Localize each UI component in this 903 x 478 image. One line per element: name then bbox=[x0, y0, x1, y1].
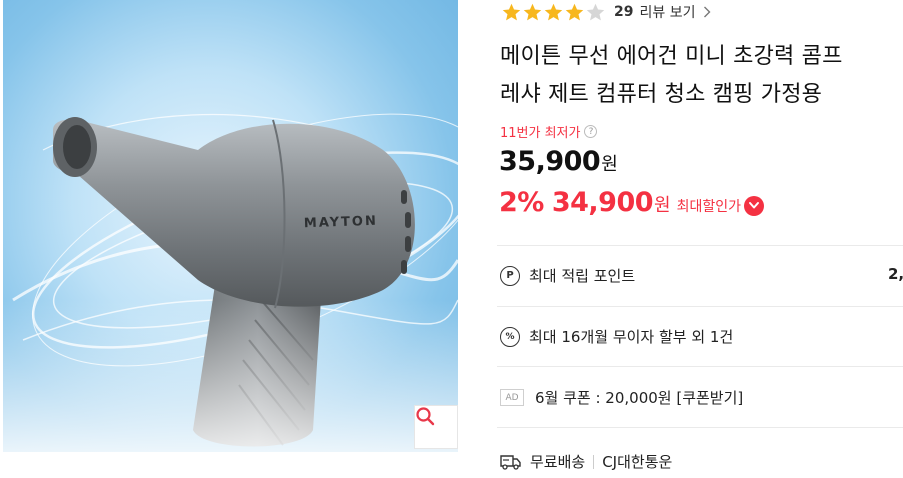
star-filled-icon bbox=[502, 3, 521, 20]
point-row[interactable]: P 최대 적립 포인트 bbox=[500, 265, 635, 286]
point-value: 2, bbox=[888, 265, 903, 283]
product-image[interactable]: MAYTON bbox=[3, 0, 458, 452]
divider bbox=[497, 427, 903, 428]
shipping-separator bbox=[593, 454, 595, 469]
truck-icon bbox=[500, 454, 521, 470]
sale-price: 2% 34,900 원 최대할인가 bbox=[499, 187, 765, 218]
coupon-label[interactable]: 6월 쿠폰 : 20,000원 [쿠폰받기] bbox=[535, 387, 743, 408]
star-empty-icon bbox=[586, 3, 605, 20]
point-label: 최대 적립 포인트 bbox=[529, 267, 636, 285]
review-link[interactable]: 리뷰 보기 bbox=[639, 2, 695, 22]
shipping-fee-label: 무료배송 bbox=[530, 453, 586, 471]
point-icon: P bbox=[500, 265, 520, 286]
star-filled-icon bbox=[565, 3, 584, 20]
search-icon bbox=[416, 407, 435, 426]
sale-price-value: 34,900 bbox=[551, 187, 654, 218]
shipping-row: 무료배송 CJ대한통운 bbox=[500, 451, 672, 472]
installment-label: 최대 16개월 무이자 할부 외 1건 bbox=[529, 328, 734, 346]
product-title: 메이튼 무선 에어건 미니 초강력 콤프 레샤 제트 컴퓨터 청소 캠핑 가정용 bbox=[500, 38, 903, 114]
product-title-line2: 레샤 제트 컴퓨터 청소 캠핑 가정용 bbox=[500, 82, 823, 107]
shipping-carrier: CJ대한통운 bbox=[602, 453, 673, 471]
zoom-button[interactable] bbox=[414, 405, 458, 449]
installment-row[interactable]: % 최대 16개월 무이자 할부 외 1건 bbox=[500, 326, 733, 347]
divider bbox=[497, 366, 903, 367]
coupon-row[interactable]: AD 6월 쿠폰 : 20,000원 [쿠폰받기] bbox=[500, 387, 743, 408]
original-price: 35,900 원 bbox=[499, 146, 618, 177]
lowest-price-text: 11번가 최저가 bbox=[500, 126, 581, 141]
original-price-unit: 원 bbox=[601, 154, 618, 175]
star-filled-icon bbox=[544, 3, 563, 20]
divider bbox=[497, 245, 903, 246]
divider bbox=[497, 306, 903, 307]
product-photo: MAYTON bbox=[3, 113, 458, 452]
product-title-line1: 메이튼 무선 에어건 미니 초강력 콤프 bbox=[500, 44, 843, 69]
sale-price-unit: 원 bbox=[654, 195, 671, 216]
chevron-right-icon[interactable] bbox=[703, 6, 711, 18]
ad-badge: AD bbox=[500, 389, 524, 406]
review-count[interactable]: 29 bbox=[614, 4, 633, 20]
star-filled-icon bbox=[523, 3, 542, 20]
heart-icon[interactable] bbox=[744, 195, 765, 216]
discount-rate: 2% bbox=[499, 187, 544, 218]
help-icon[interactable]: ? bbox=[584, 125, 598, 138]
lowest-price-label: 11번가 최저가 ? bbox=[500, 122, 598, 141]
star-rating bbox=[501, 2, 606, 23]
rating-row: 29 리뷰 보기 bbox=[501, 0, 711, 24]
product-brand-mark: MAYTON bbox=[304, 214, 378, 232]
max-discount-label: 최대할인가 bbox=[676, 199, 742, 215]
percent-icon: % bbox=[500, 326, 520, 347]
original-price-value: 35,900 bbox=[499, 146, 601, 177]
